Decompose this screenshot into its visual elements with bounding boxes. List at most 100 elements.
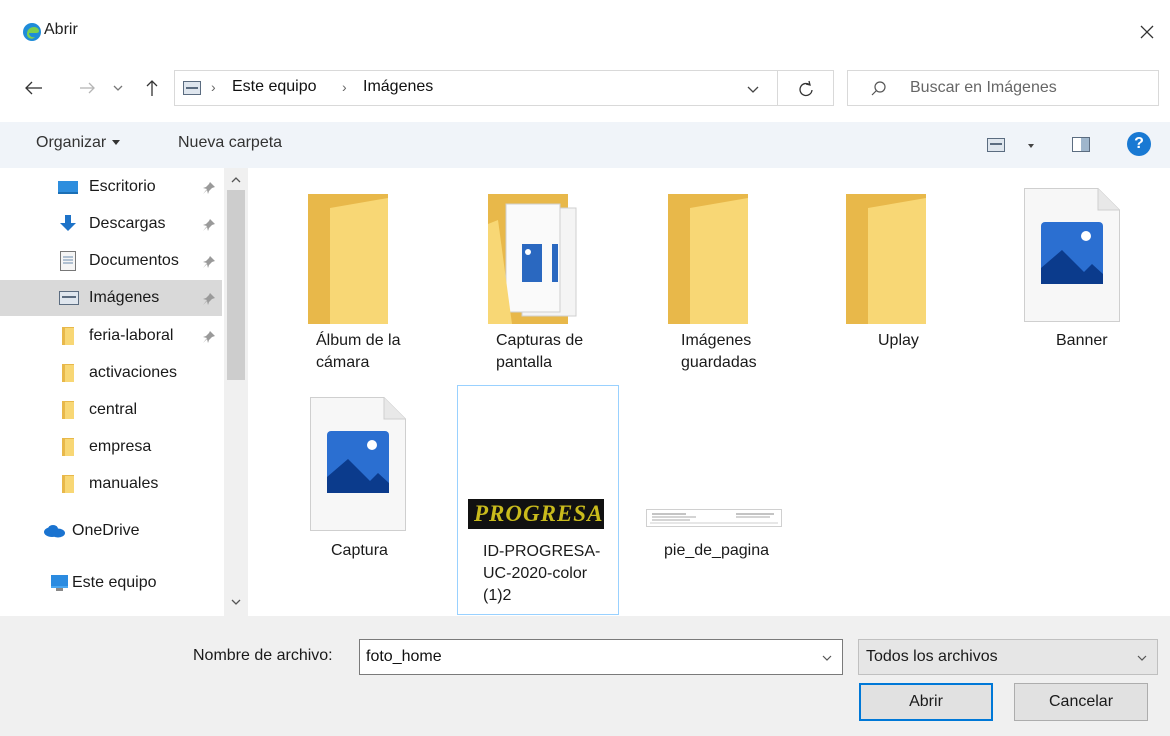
sidebar-item-label: Este equipo: [72, 574, 157, 591]
breadcrumb-separator: ›: [211, 79, 216, 95]
folder-icon: [62, 401, 74, 419]
cancel-button[interactable]: Cancelar: [1014, 683, 1148, 721]
scrollbar-thumb[interactable]: [227, 190, 245, 380]
pin-icon[interactable]: [202, 330, 216, 344]
folder-icon: [846, 194, 926, 324]
download-icon: [60, 215, 76, 231]
search-icon: [871, 81, 886, 96]
pin-icon[interactable]: [202, 218, 216, 232]
search-input[interactable]: [910, 71, 1150, 105]
sidebar-item-central[interactable]: central: [0, 392, 222, 428]
sidebar-item-label: OneDrive: [72, 522, 140, 539]
chevron-down-icon[interactable]: [820, 651, 834, 665]
new-folder-button[interactable]: Nueva carpeta: [178, 134, 282, 152]
title-bar: Abrir: [0, 0, 1170, 62]
open-button[interactable]: Abrir: [859, 683, 993, 721]
filetype-value: Todos los archivos: [866, 648, 998, 665]
pin-icon[interactable]: [202, 181, 216, 195]
file-item-uplay[interactable]: Uplay: [826, 188, 988, 388]
file-name: pie_de_pagina: [664, 542, 769, 559]
sidebar-item-label: Documentos: [89, 252, 179, 269]
sidebar-item-descargas[interactable]: Descargas: [0, 206, 222, 242]
sidebar-item-manuales[interactable]: manuales: [0, 466, 222, 502]
file-name: Captura: [331, 542, 388, 559]
address-bar[interactable]: › Este equipo › Imágenes: [174, 70, 778, 106]
sidebar-item-escritorio[interactable]: Escritorio: [0, 169, 222, 205]
sidebar-scrollbar[interactable]: [224, 168, 248, 616]
image-file-icon: [310, 397, 406, 531]
file-item-imagenes-guardadas[interactable]: Imágenes guardadas: [648, 188, 810, 388]
sidebar-item-feria-laboral[interactable]: feria-laboral: [0, 318, 222, 354]
onedrive-icon: [44, 525, 65, 538]
sidebar-item-label: central: [89, 401, 138, 418]
breadcrumb-este-equipo[interactable]: Este equipo: [232, 78, 317, 96]
documents-icon: [60, 251, 76, 271]
file-item-capturas-de-pantalla[interactable]: Capturas de pantalla: [468, 188, 630, 388]
dialog-footer: [0, 616, 1170, 736]
file-item-id-progresa[interactable]: PROGRESA ID-PROGRESA- UC-2020-color (1)2: [457, 385, 619, 615]
breadcrumb-separator: ›: [342, 79, 347, 95]
image-file-icon: [1024, 188, 1120, 322]
sidebar-item-label: feria-laboral: [89, 327, 174, 344]
caret-down-icon[interactable]: [1028, 144, 1034, 148]
preview-pane-icon[interactable]: [1072, 137, 1090, 152]
sidebar-item-label: empresa: [89, 438, 152, 455]
pictures-icon: [59, 291, 79, 305]
pin-icon[interactable]: [202, 292, 216, 306]
chevron-down-icon: [1137, 655, 1147, 661]
view-options-icon[interactable]: [987, 138, 1005, 152]
filetype-dropdown[interactable]: Todos los archivos: [858, 639, 1158, 675]
sidebar-item-activaciones[interactable]: activaciones: [0, 355, 222, 391]
folder-icon: [62, 475, 74, 493]
arrow-left-icon[interactable]: [20, 74, 48, 102]
sidebar-item-imagenes[interactable]: Imágenes: [0, 280, 222, 316]
sidebar-item-label: Descargas: [89, 215, 166, 232]
chevron-down-icon[interactable]: [108, 74, 128, 102]
organize-menu[interactable]: Organizar: [36, 134, 121, 152]
search-box[interactable]: [847, 70, 1159, 106]
sidebar-item-onedrive[interactable]: OneDrive: [0, 513, 222, 549]
breadcrumb-imagenes[interactable]: Imágenes: [363, 78, 433, 96]
chevron-down-icon[interactable]: [745, 81, 761, 97]
folder-icon: [668, 194, 748, 324]
pin-icon[interactable]: [202, 255, 216, 269]
filename-label: Nombre de archivo:: [193, 647, 333, 664]
close-icon[interactable]: [1132, 16, 1162, 48]
window-title: Abrir: [44, 21, 78, 38]
sidebar-item-este-equipo[interactable]: Este equipo: [0, 565, 222, 601]
filename-input[interactable]: [366, 640, 806, 674]
folder-icon: [308, 194, 388, 324]
sidebar-item-label: manuales: [89, 475, 159, 492]
folder-icon: [62, 327, 74, 345]
this-pc-icon: [51, 575, 68, 591]
file-name: Uplay: [878, 332, 919, 349]
desktop-icon: [58, 181, 78, 194]
refresh-button[interactable]: [778, 70, 834, 106]
scroll-down-icon[interactable]: [229, 596, 243, 608]
file-name: Banner: [1056, 332, 1108, 349]
arrow-right-icon[interactable]: [74, 74, 102, 102]
help-icon[interactable]: ?: [1127, 132, 1151, 156]
file-name: Álbum de la cámara: [316, 332, 401, 371]
pictures-location-icon: [183, 81, 201, 95]
progresa-logo-text: PROGRESA: [474, 501, 604, 526]
file-item-pie-de-pagina[interactable]: pie_de_pagina: [638, 392, 800, 592]
file-item-banner[interactable]: Banner: [1006, 188, 1168, 388]
sidebar-item-documentos[interactable]: Documentos: [0, 243, 222, 279]
arrow-up-icon[interactable]: [140, 74, 164, 102]
organize-label: Organizar: [36, 134, 107, 151]
caret-down-icon: [112, 140, 121, 146]
filename-combobox[interactable]: [359, 639, 843, 675]
edge-browser-icon: [23, 23, 41, 41]
folder-with-documents-icon: [488, 194, 577, 324]
progresa-logo-thumbnail: PROGRESA: [468, 499, 604, 529]
file-item-album-de-la-camara[interactable]: Álbum de la cámara: [288, 188, 450, 388]
refresh-icon: [799, 80, 813, 97]
sidebar-item-label: Escritorio: [89, 178, 156, 195]
folder-icon: [62, 364, 74, 382]
scroll-up-icon[interactable]: [229, 174, 243, 186]
file-name: Capturas de pantalla: [496, 332, 584, 371]
sidebar-item-empresa[interactable]: empresa: [0, 429, 222, 465]
file-item-captura[interactable]: Captura: [288, 392, 450, 608]
navigation-pane: Escritorio Descargas Documentos Imágenes…: [0, 168, 248, 616]
